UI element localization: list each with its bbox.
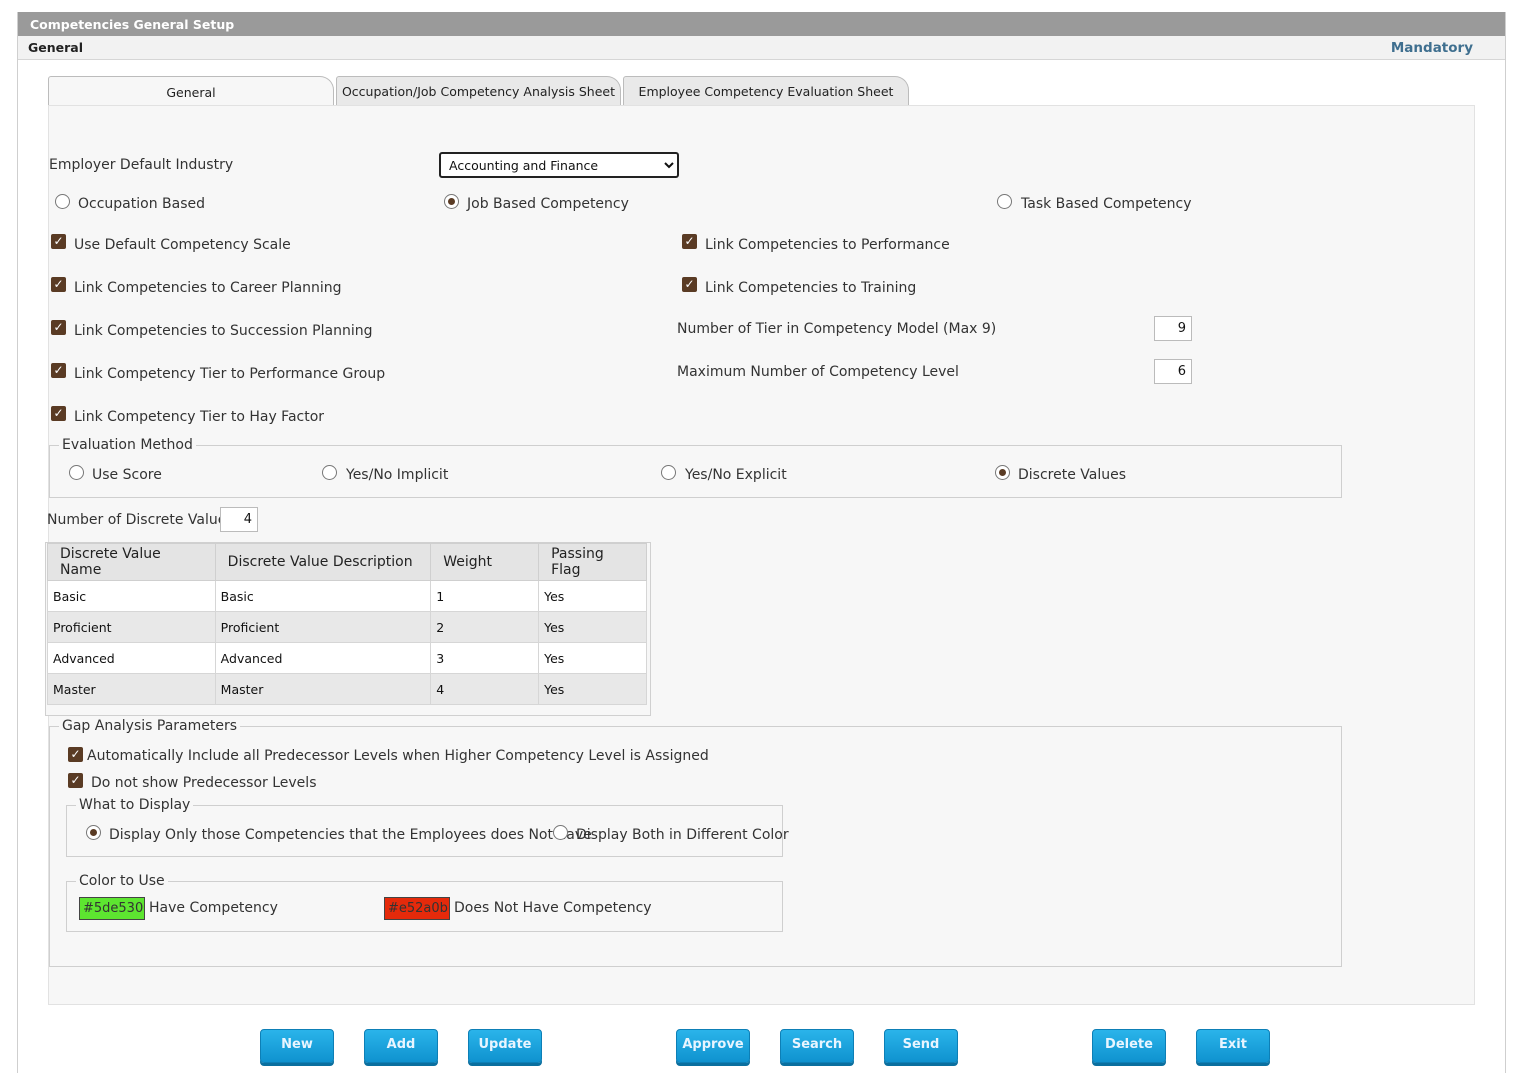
- tab-general[interactable]: General: [48, 76, 334, 107]
- succession-planning-label: Link Competencies to Succession Planning: [74, 323, 373, 339]
- tier-count-input[interactable]: 9: [1154, 316, 1192, 341]
- have-competency-color-picker[interactable]: #5de530: [79, 897, 145, 920]
- task-based-label: Task Based Competency: [1021, 196, 1192, 212]
- display-both-label: Display Both in Different Color: [576, 827, 789, 843]
- table-row[interactable]: Basic Basic 1 Yes: [47, 580, 647, 612]
- table-cell[interactable]: Yes: [538, 611, 647, 643]
- table-row[interactable]: Advanced Advanced 3 Yes: [47, 642, 647, 674]
- app-window: Competencies General Setup General Manda…: [17, 12, 1506, 1073]
- table-cell[interactable]: Basic: [214, 580, 432, 612]
- display-missing-only-radio[interactable]: [86, 825, 101, 840]
- table-cell[interactable]: Advanced: [214, 642, 432, 674]
- column-header[interactable]: Discrete Value Description: [214, 543, 432, 581]
- column-header[interactable]: Passing Flag: [538, 543, 647, 581]
- hay-factor-checkbox[interactable]: ✓: [51, 406, 66, 421]
- tab-employee-evaluation[interactable]: Employee Competency Evaluation Sheet: [623, 76, 909, 106]
- auto-include-predecessor-checkbox[interactable]: ✓: [68, 747, 83, 762]
- hide-predecessor-label: Do not show Predecessor Levels: [91, 775, 317, 791]
- table-cell[interactable]: Yes: [538, 673, 647, 705]
- link-training-label: Link Competencies to Training: [705, 280, 917, 296]
- add-button[interactable]: Add: [364, 1029, 438, 1063]
- task-based-radio[interactable]: [997, 194, 1012, 209]
- yes-no-explicit-label: Yes/No Explicit: [685, 467, 787, 483]
- performance-group-checkbox[interactable]: ✓: [51, 363, 66, 378]
- table-cell[interactable]: Yes: [538, 580, 647, 612]
- job-based-radio[interactable]: [444, 194, 459, 209]
- table-cell[interactable]: 3: [430, 642, 540, 674]
- table-cell[interactable]: 2: [430, 611, 540, 643]
- discrete-values-table: Discrete Value Name Discrete Value Descr…: [47, 543, 647, 705]
- yes-no-implicit-radio[interactable]: [322, 465, 337, 480]
- discrete-count-label: Number of Discrete Values: [47, 512, 234, 528]
- have-competency-label: Have Competency: [149, 900, 278, 916]
- occupation-based-radio[interactable]: [55, 194, 70, 209]
- display-both-radio[interactable]: [553, 825, 568, 840]
- career-planning-checkbox[interactable]: ✓: [51, 277, 66, 292]
- tab-job-competency-analysis[interactable]: Occupation/Job Competency Analysis Sheet: [336, 76, 621, 106]
- table-cell[interactable]: Master: [214, 673, 432, 705]
- hay-factor-label: Link Competency Tier to Hay Factor: [74, 409, 325, 425]
- table-cell[interactable]: 4: [430, 673, 540, 705]
- general-panel: Employer Default Industry Accounting and…: [45, 105, 1475, 1005]
- table-cell[interactable]: Advanced: [47, 642, 216, 674]
- link-performance-label: Link Competencies to Performance: [705, 237, 950, 253]
- performance-group-label: Link Competency Tier to Performance Grou…: [74, 366, 386, 382]
- auto-include-predecessor-label: Automatically Include all Predecessor Le…: [87, 748, 709, 764]
- discrete-count-input[interactable]: 4: [220, 507, 258, 532]
- max-level-label: Maximum Number of Competency Level: [677, 364, 959, 380]
- industry-select[interactable]: Accounting and Finance: [439, 152, 679, 178]
- send-button[interactable]: Send: [884, 1029, 958, 1063]
- use-score-radio[interactable]: [69, 465, 84, 480]
- link-training-checkbox[interactable]: ✓: [682, 277, 697, 292]
- new-button[interactable]: New: [260, 1029, 334, 1063]
- color-to-use-legend: Color to Use: [76, 873, 168, 889]
- max-level-input[interactable]: 6: [1154, 359, 1192, 384]
- industry-label: Employer Default Industry: [49, 157, 234, 173]
- mandatory-label: Mandatory: [1390, 40, 1473, 56]
- discrete-values-label: Discrete Values: [1018, 467, 1127, 483]
- table-cell[interactable]: Proficient: [214, 611, 432, 643]
- not-have-competency-label: Does Not Have Competency: [454, 900, 652, 916]
- link-performance-checkbox[interactable]: ✓: [682, 234, 697, 249]
- table-row[interactable]: Master Master 4 Yes: [47, 673, 647, 705]
- discrete-values-radio[interactable]: [995, 465, 1010, 480]
- column-header[interactable]: Weight: [430, 543, 540, 581]
- section-header: General Mandatory: [18, 36, 1505, 60]
- career-planning-label: Link Competencies to Career Planning: [74, 280, 342, 296]
- what-to-display-legend: What to Display: [76, 797, 194, 813]
- section-title: General: [28, 40, 83, 55]
- update-button[interactable]: Update: [468, 1029, 542, 1063]
- not-have-competency-color-picker[interactable]: #e52a0b: [384, 897, 450, 920]
- job-based-label: Job Based Competency: [467, 196, 629, 212]
- succession-planning-checkbox[interactable]: ✓: [51, 320, 66, 335]
- use-score-label: Use Score: [92, 467, 162, 483]
- table-cell[interactable]: Yes: [538, 642, 647, 674]
- approve-button[interactable]: Approve: [676, 1029, 750, 1063]
- table-cell[interactable]: Proficient: [47, 611, 216, 643]
- table-cell[interactable]: 1: [430, 580, 540, 612]
- table-cell[interactable]: Basic: [47, 580, 216, 612]
- window-title: Competencies General Setup: [18, 12, 1505, 36]
- yes-no-explicit-radio[interactable]: [661, 465, 676, 480]
- table-cell[interactable]: Master: [47, 673, 216, 705]
- use-default-scale-checkbox[interactable]: ✓: [51, 234, 66, 249]
- table-row[interactable]: Proficient Proficient 2 Yes: [47, 611, 647, 643]
- occupation-based-label: Occupation Based: [78, 196, 205, 212]
- exit-button[interactable]: Exit: [1196, 1029, 1270, 1063]
- evaluation-method-legend: Evaluation Method: [59, 437, 196, 453]
- tier-count-label: Number of Tier in Competency Model (Max …: [677, 321, 997, 337]
- yes-no-implicit-label: Yes/No Implicit: [346, 467, 449, 483]
- search-button[interactable]: Search: [780, 1029, 854, 1063]
- use-default-scale-label: Use Default Competency Scale: [74, 237, 291, 253]
- column-header[interactable]: Discrete Value Name: [47, 543, 216, 581]
- display-missing-only-label: Display Only those Competencies that the…: [109, 827, 592, 843]
- delete-button[interactable]: Delete: [1092, 1029, 1166, 1063]
- gap-analysis-legend: Gap Analysis Parameters: [59, 718, 241, 734]
- hide-predecessor-checkbox[interactable]: ✓: [68, 773, 83, 788]
